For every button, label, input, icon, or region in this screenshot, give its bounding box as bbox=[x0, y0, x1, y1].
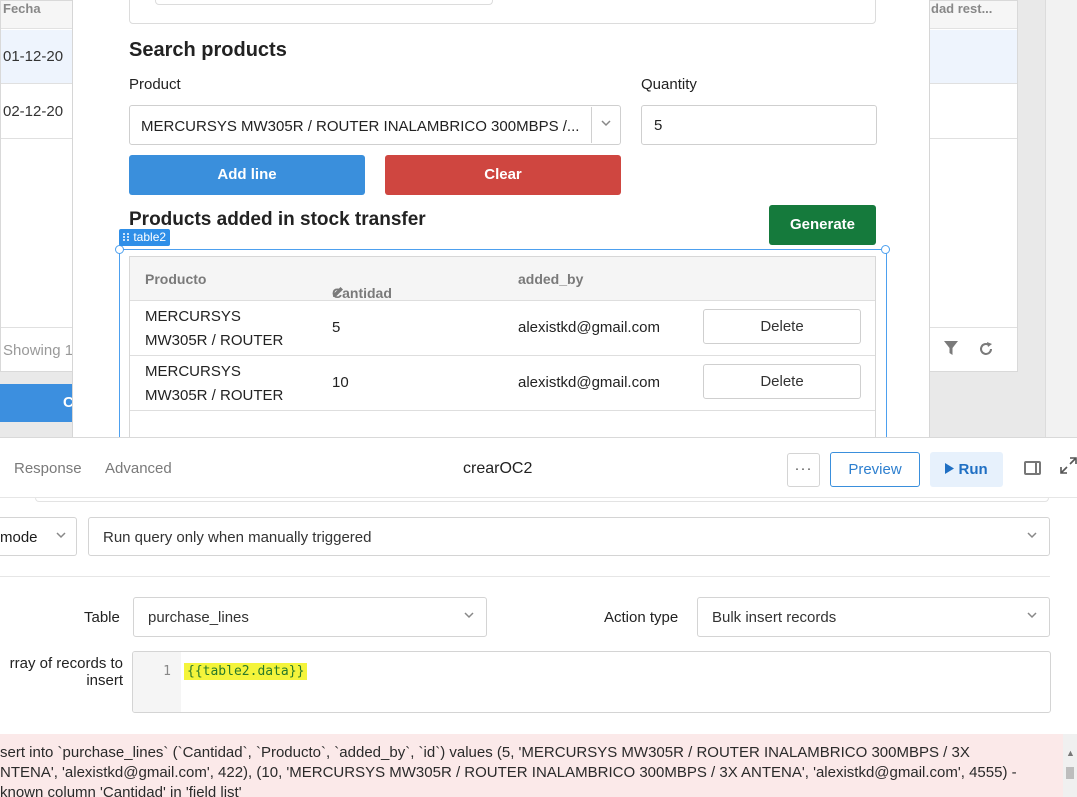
records-label-line: rray of records to bbox=[9, 655, 123, 672]
search-products-heading: Search products bbox=[129, 39, 287, 61]
section-divider bbox=[0, 576, 1050, 577]
top-inner-field[interactable] bbox=[155, 0, 493, 5]
table-select-value: purchase_lines bbox=[148, 609, 249, 626]
quantity-input[interactable]: 5 bbox=[641, 105, 877, 145]
background-scrollbar[interactable] bbox=[1045, 0, 1077, 437]
tab-advanced[interactable]: Advanced bbox=[105, 460, 172, 477]
table-select[interactable]: purchase_lines bbox=[133, 597, 487, 637]
mode-select[interactable]: mode bbox=[0, 517, 77, 556]
cell-producto-line: MW305R / ROUTER bbox=[145, 332, 284, 349]
chevron-down-icon bbox=[464, 610, 474, 622]
product-select-value: MERCURSYS MW305R / ROUTER INALAMBRICO 30… bbox=[141, 118, 580, 135]
line-number: 1 bbox=[133, 652, 181, 712]
records-label-line: insert bbox=[86, 672, 123, 689]
cell-cantidad[interactable]: 10 bbox=[332, 374, 349, 391]
table-header: Producto Cantidad added_by bbox=[130, 257, 875, 301]
table-label: Table bbox=[84, 609, 120, 626]
clear-button[interactable]: Clear bbox=[385, 155, 621, 195]
column-rest: dad rest... bbox=[931, 1, 993, 16]
cell-producto-line: MERCURSYS bbox=[145, 363, 241, 380]
chevron-down-icon bbox=[1027, 530, 1037, 542]
chevron-down-icon bbox=[601, 116, 611, 130]
column-producto[interactable]: Producto bbox=[145, 271, 206, 287]
showing-count: Showing 1 bbox=[3, 342, 74, 359]
cell-producto: MERCURSYS MW305R / ROUTER bbox=[145, 360, 305, 408]
cell-producto-line: MW305R / ROUTER bbox=[145, 387, 284, 404]
error-line: NTENA', 'alexistkd@gmail.com', 422), (10… bbox=[0, 764, 1017, 781]
run-button[interactable]: Run bbox=[930, 452, 1003, 487]
drag-handle-icon[interactable] bbox=[122, 230, 133, 244]
products-table: Producto Cantidad added_by MERCURSYS MW3… bbox=[129, 256, 876, 437]
column-added-by[interactable]: added_by bbox=[518, 271, 583, 287]
refresh-icon[interactable] bbox=[978, 341, 994, 362]
product-select[interactable]: MERCURSYS MW305R / ROUTER INALAMBRICO 30… bbox=[129, 105, 621, 145]
records-code-editor[interactable]: 1 {{table2.data}} bbox=[132, 651, 1051, 713]
generate-button[interactable]: Generate bbox=[769, 205, 876, 245]
cell-producto: MERCURSYS MW305R / ROUTER bbox=[145, 305, 305, 353]
selection-tag[interactable]: table2 bbox=[119, 229, 171, 246]
table-row[interactable]: MERCURSYS MW305R / ROUTER 5 alexistkd@gm… bbox=[130, 301, 875, 356]
row-date: 01-12-20 bbox=[3, 48, 64, 65]
run-button-label: Run bbox=[958, 461, 988, 478]
column-fecha: Fecha bbox=[3, 1, 41, 16]
quantity-label: Quantity bbox=[641, 76, 697, 93]
error-scrollbar[interactable]: ▲ bbox=[1063, 734, 1077, 797]
scroll-up-icon[interactable]: ▲ bbox=[1066, 748, 1075, 758]
preview-button[interactable]: Preview bbox=[830, 452, 920, 487]
stock-transfer-modal: Search products Product Quantity MERCURS… bbox=[72, 0, 930, 437]
cell-added-by: alexistkd@gmail.com bbox=[518, 374, 660, 391]
cell-cantidad[interactable]: 5 bbox=[332, 319, 340, 336]
more-options-button[interactable]: ··· bbox=[787, 453, 820, 487]
resize-handle[interactable] bbox=[881, 245, 890, 254]
selection-tag-label: table2 bbox=[133, 230, 167, 244]
error-line: known column 'Cantidad' in 'field list' bbox=[0, 784, 242, 797]
play-icon bbox=[945, 461, 958, 478]
action-type-value: Bulk insert records bbox=[712, 609, 837, 626]
cell-producto-line: MERCURSYS bbox=[145, 308, 241, 325]
trigger-value: Run query only when manually triggered bbox=[103, 529, 372, 546]
mode-label: mode bbox=[0, 529, 38, 546]
panel-toggle-icon[interactable] bbox=[1024, 461, 1041, 475]
query-editor-header: Response Advanced crearOC2 ··· Preview R… bbox=[0, 438, 1077, 498]
action-type-label: Action type bbox=[604, 609, 679, 626]
products-added-heading: Products added in stock transfer bbox=[129, 209, 426, 230]
query-title[interactable]: crearOC2 bbox=[463, 460, 532, 478]
action-type-select[interactable]: Bulk insert records bbox=[697, 597, 1050, 637]
error-message: sert into `purchase_lines` (`Cantidad`, … bbox=[0, 734, 1077, 797]
code-value[interactable]: {{table2.data}} bbox=[184, 663, 308, 680]
resource-field-edge bbox=[35, 498, 1049, 502]
tab-response[interactable]: Response bbox=[14, 460, 82, 477]
chevron-down-icon bbox=[1027, 610, 1037, 622]
delete-button[interactable]: Delete bbox=[703, 364, 861, 399]
row-date: 02-12-20 bbox=[3, 103, 64, 120]
filter-icon[interactable] bbox=[944, 341, 958, 361]
table-row[interactable]: MERCURSYS MW305R / ROUTER 10 alexistkd@g… bbox=[130, 356, 875, 411]
delete-button[interactable]: Delete bbox=[703, 309, 861, 344]
trigger-select[interactable]: Run query only when manually triggered bbox=[88, 517, 1050, 556]
more-icon: ··· bbox=[794, 460, 813, 477]
product-label: Product bbox=[129, 76, 181, 93]
cell-added-by: alexistkd@gmail.com bbox=[518, 319, 660, 336]
error-line: sert into `purchase_lines` (`Cantidad`, … bbox=[0, 744, 970, 761]
expand-icon[interactable] bbox=[1060, 457, 1077, 479]
resize-handle[interactable] bbox=[115, 245, 124, 254]
query-editor: Response Advanced crearOC2 ··· Preview R… bbox=[0, 437, 1077, 797]
add-line-button[interactable]: Add line bbox=[129, 155, 365, 195]
scroll-thumb[interactable] bbox=[1066, 767, 1074, 779]
top-container bbox=[129, 0, 876, 24]
select-separator bbox=[591, 107, 592, 143]
chevron-down-icon bbox=[56, 530, 66, 542]
records-label: rray of records to insert bbox=[0, 655, 123, 689]
column-cantidad-label: Cantidad bbox=[332, 285, 392, 301]
